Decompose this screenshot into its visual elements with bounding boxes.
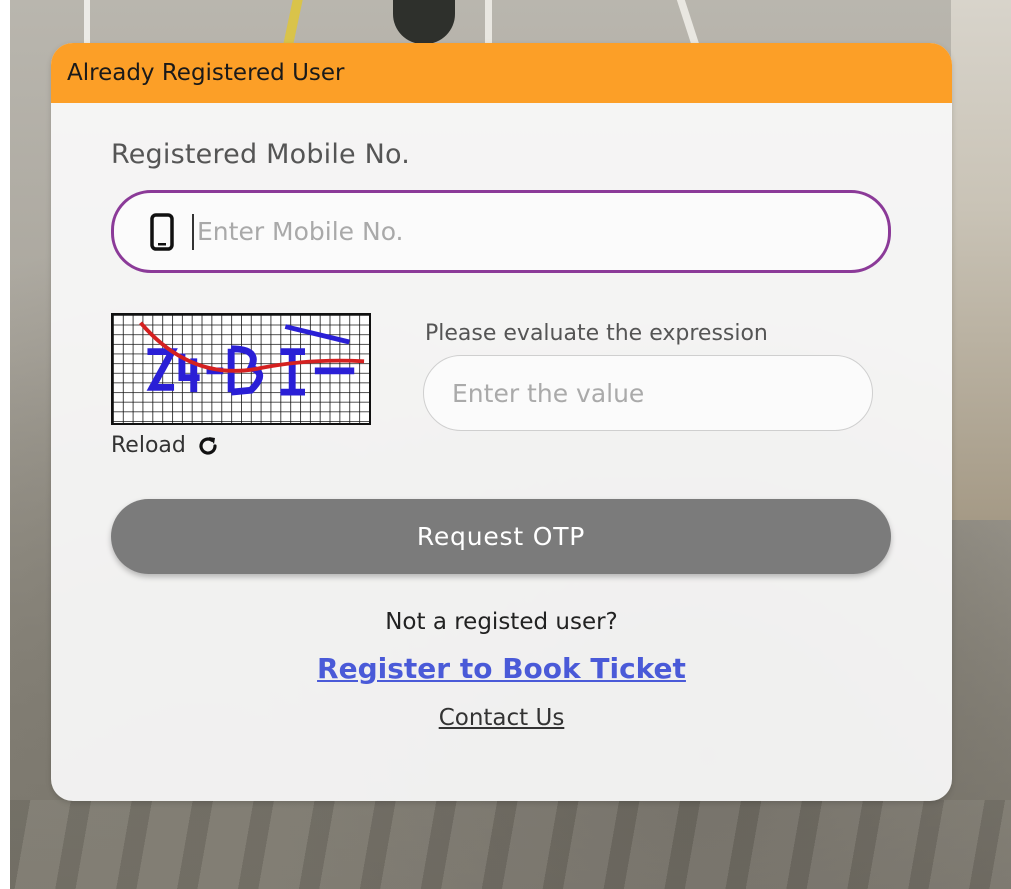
contact-us-link[interactable]: Contact Us — [439, 705, 565, 731]
register-link-wrap: Register to Book Ticket — [51, 652, 952, 685]
mobile-input[interactable] — [192, 213, 792, 250]
captcha-input[interactable] — [452, 378, 842, 408]
login-card: Already Registered User Registered Mobil… — [51, 43, 952, 801]
captcha-image — [111, 313, 371, 425]
road-marking — [84, 0, 90, 44]
request-otp-button[interactable]: Request OTP — [111, 499, 891, 574]
not-registered-text: Not a registed user? — [385, 609, 618, 635]
mobile-label: Registered Mobile No. — [111, 139, 411, 170]
card-header: Already Registered User — [51, 43, 952, 103]
background-building — [951, 0, 1011, 520]
card-title: Already Registered User — [67, 60, 345, 86]
contact-link-wrap: Contact Us — [51, 705, 952, 731]
captcha-field[interactable] — [423, 355, 873, 431]
reload-captcha[interactable]: Reload — [111, 433, 220, 458]
refresh-icon[interactable] — [196, 434, 220, 458]
road-marking — [485, 0, 492, 44]
captcha-prompt: Please evaluate the expression — [425, 321, 768, 346]
reload-label: Reload — [111, 433, 186, 458]
background-road — [10, 800, 1011, 889]
mobile-phone-icon — [150, 212, 174, 251]
mobile-field[interactable] — [111, 190, 891, 273]
register-link[interactable]: Register to Book Ticket — [317, 652, 686, 685]
background-edge — [0, 0, 10, 889]
